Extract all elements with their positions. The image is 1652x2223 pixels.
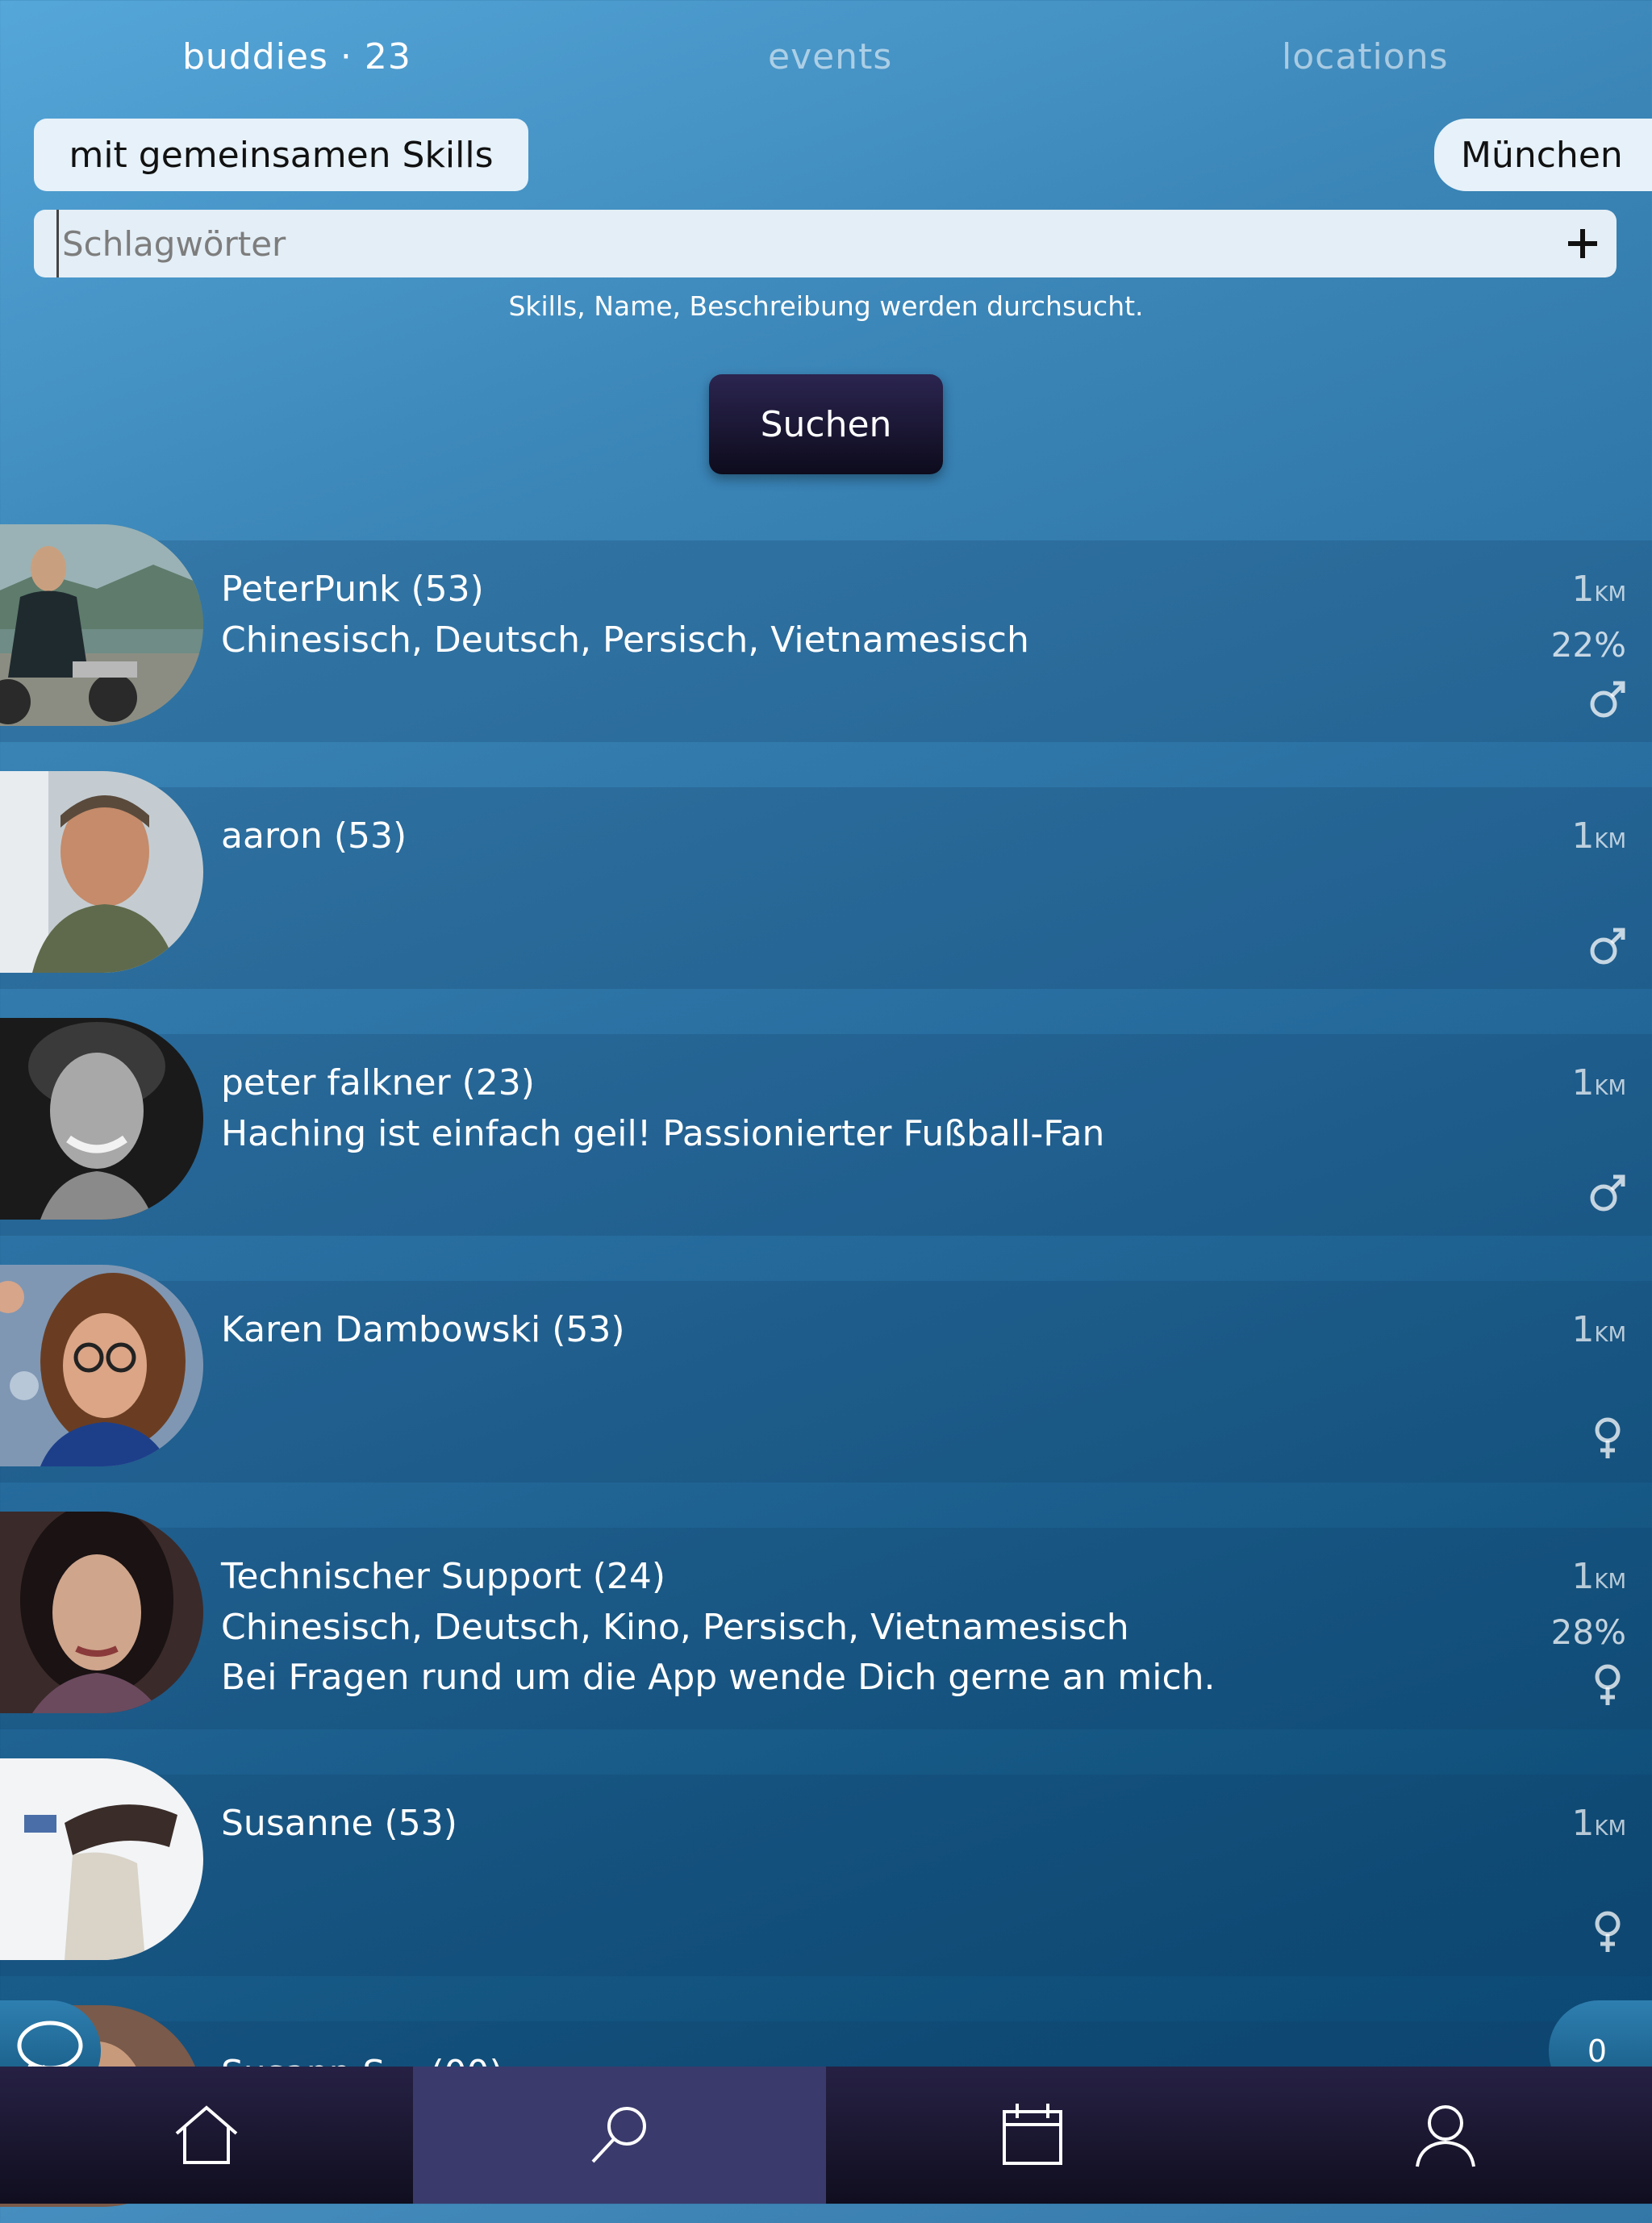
tab-events[interactable]: events	[768, 36, 892, 77]
female-icon	[1595, 1417, 1621, 1458]
avatar	[0, 1018, 203, 1220]
calendar-icon	[1003, 2104, 1062, 2165]
male-icon	[1590, 681, 1625, 718]
male-icon	[1590, 928, 1625, 965]
buddy-distance: 1KM	[1571, 1556, 1626, 1597]
skill-filter-button[interactable]: mit gemeinsamen Skills	[34, 119, 528, 191]
buddy-name: Karen Dambowski (53)	[221, 1309, 625, 1350]
buddy-distance: 1KM	[1571, 569, 1626, 610]
buddy-distance: 1KM	[1571, 815, 1626, 857]
buddy-distance: 1KM	[1571, 1803, 1626, 1844]
buddy-name: Susanne (53)	[221, 1803, 457, 1844]
buddy-name: PeterPunk (53)	[221, 569, 484, 610]
list-item[interactable]: Karen Dambowski (53) 1KM	[0, 1265, 1652, 1483]
avatar	[0, 1758, 203, 1960]
list-item[interactable]: Technischer Support (24) Chinesisch, Deu…	[0, 1512, 1652, 1729]
list-item[interactable]: peter falkner (23) Haching ist einfach g…	[0, 1018, 1652, 1236]
nav-calendar[interactable]	[826, 2067, 1239, 2204]
search-button[interactable]: Suchen	[709, 374, 943, 474]
search-input[interactable]	[56, 210, 1541, 277]
profile-icon	[1416, 2105, 1475, 2167]
buddy-skills: Chinesisch, Deutsch, Kino, Persisch, Vie…	[221, 1607, 1129, 1648]
avatar	[0, 1265, 203, 1466]
search-field-container	[34, 210, 1617, 277]
buddy-name: Technischer Support (24)	[221, 1556, 666, 1597]
buddy-distance: 1KM	[1571, 1062, 1626, 1103]
female-icon	[1595, 1664, 1621, 1705]
bottom-nav	[0, 2067, 1652, 2204]
list-item[interactable]: PeterPunk (53) Chinesisch, Deutsch, Pers…	[0, 524, 1652, 742]
buddy-skills: Chinesisch, Deutsch, Persisch, Vietnames…	[221, 619, 1029, 661]
buddy-distance: 1KM	[1571, 1309, 1626, 1350]
female-icon	[1595, 1911, 1621, 1952]
nav-home[interactable]	[0, 2067, 413, 2204]
buddy-match: 28%	[1550, 1612, 1626, 1652]
buddy-name: peter falkner (23)	[221, 1062, 535, 1103]
add-keyword-icon[interactable]	[1563, 224, 1602, 263]
avatar	[0, 1512, 203, 1713]
buddy-description: Haching ist einfach geil! Passionierter …	[221, 1113, 1105, 1154]
tab-buddies[interactable]: buddies · 23	[182, 36, 411, 77]
nav-search[interactable]	[413, 2067, 826, 2204]
home-icon	[175, 2105, 238, 2164]
avatar	[0, 524, 203, 726]
buddy-name: aaron (53)	[221, 815, 407, 857]
search-icon	[591, 2107, 646, 2163]
search-hint: Skills, Name, Beschreibung werden durchs…	[508, 290, 1144, 322]
buddy-description: Bei Fragen rund um die App wende Dich ge…	[221, 1657, 1216, 1698]
avatar	[0, 771, 203, 973]
list-item[interactable]: aaron (53) 1KM	[0, 771, 1652, 989]
tab-locations[interactable]: locations	[1282, 36, 1449, 77]
buddy-match: 22%	[1550, 625, 1626, 665]
male-icon	[1590, 1174, 1625, 1212]
nav-profile[interactable]	[1239, 2067, 1652, 2204]
top-tabs: buddies · 23 events locations	[0, 0, 1652, 121]
city-filter-button[interactable]: München	[1434, 119, 1652, 191]
list-item[interactable]: Susanne (53) 1KM	[0, 1758, 1652, 1976]
